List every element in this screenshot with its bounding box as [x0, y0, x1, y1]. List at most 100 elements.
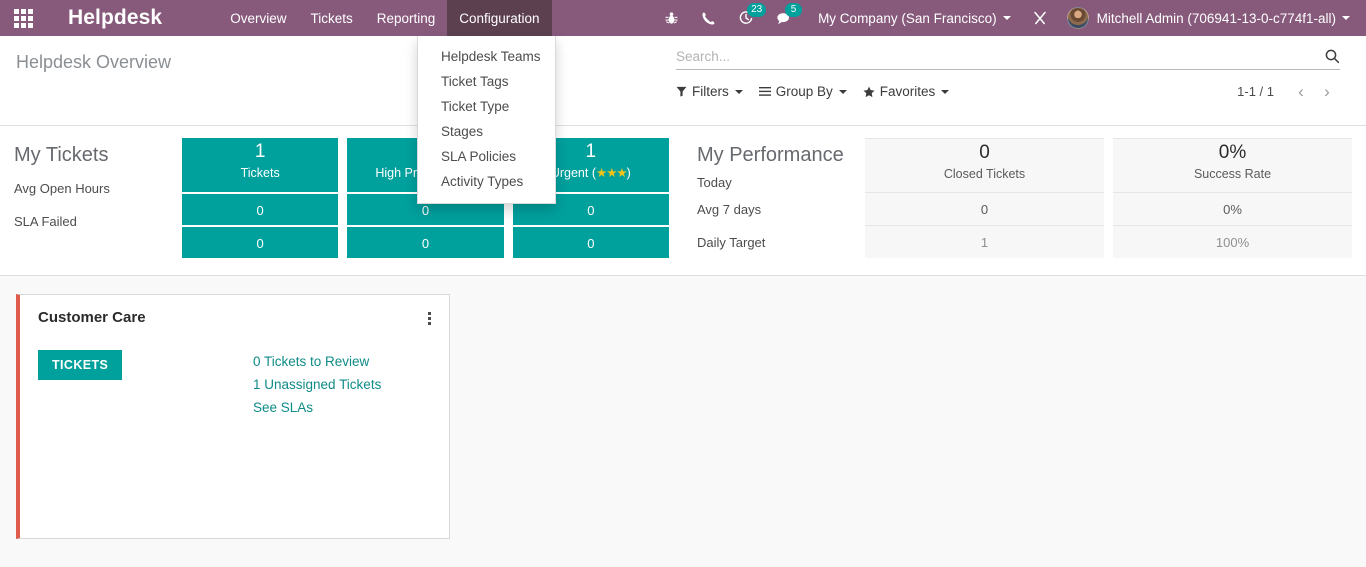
- tile-high-priority-sla-failed[interactable]: 0: [347, 225, 504, 258]
- tile-closed-tickets[interactable]: 0 Closed Tickets 0 1: [865, 138, 1104, 259]
- link-tickets-to-review[interactable]: 0 Tickets to Review: [253, 350, 381, 373]
- my-performance-labels: My Performance Today Avg 7 days Daily Ta…: [697, 138, 865, 259]
- kanban-card-customer-care[interactable]: Customer Care TICKETS 0 Tickets to Revie…: [16, 294, 450, 539]
- user-menu[interactable]: Mitchell Admin (706941-13-0-c774f1-all): [1059, 7, 1356, 29]
- tile-success-rate-value: 0%: [1218, 142, 1247, 163]
- tile-closed-tickets-value: 0: [979, 142, 990, 163]
- tile-success-rate-label: Success Rate: [1193, 167, 1272, 181]
- apps-grid-glyph: [13, 8, 33, 28]
- kanban-view: Customer Care TICKETS 0 Tickets to Revie…: [0, 276, 1366, 557]
- navbar-right-tools: 23 5 My Company (San Francisco) Mitchell…: [653, 0, 1366, 36]
- kanban-card-title: Customer Care: [38, 309, 146, 326]
- configuration-dropdown-menu: Helpdesk Teams Ticket Tags Ticket Type S…: [417, 36, 556, 204]
- kebab-menu-icon[interactable]: [426, 309, 433, 328]
- tile-success-rate[interactable]: 0% Success Rate 0% 100%: [1113, 138, 1352, 259]
- kanban-card-actions: TICKETS: [38, 350, 253, 419]
- pager: 1-1 / 1 ‹ ›: [1237, 83, 1340, 100]
- link-unassigned-tickets[interactable]: 1 Unassigned Tickets: [253, 373, 381, 396]
- tile-success-rate-daily-target[interactable]: 100%: [1113, 225, 1352, 258]
- filters-label: Filters: [692, 84, 729, 99]
- pager-next-button[interactable]: ›: [1314, 83, 1340, 100]
- tile-closed-tickets-daily-target[interactable]: 1: [865, 225, 1104, 258]
- tile-closed-tickets-head: 0 Closed Tickets: [865, 138, 1104, 192]
- tile-urgent-sla-failed[interactable]: 0: [512, 225, 669, 258]
- control-panel-actions: Filters Group By Favorites 1-1 / 1 ‹ ›: [676, 83, 1340, 100]
- activities-count-badge: 23: [747, 3, 767, 17]
- group-by-button[interactable]: Group By: [758, 84, 847, 99]
- my-tickets-row-label-avg-open-hours: Avg Open Hours: [14, 181, 110, 196]
- apps-grid-icon[interactable]: [0, 0, 46, 36]
- menu-item-overview[interactable]: Overview: [218, 0, 298, 36]
- search-input[interactable]: [676, 48, 1324, 64]
- chat-messages-icon[interactable]: 5: [765, 0, 804, 36]
- chevron-down-icon: [1342, 16, 1350, 20]
- my-performance-row-label-daily-target: Daily Target: [697, 235, 766, 250]
- breadcrumb: Helpdesk Overview: [16, 52, 172, 72]
- filter-funnel-icon: [676, 86, 687, 97]
- my-performance-section: My Performance Today Avg 7 days Daily Ta…: [683, 138, 1366, 259]
- user-name: Mitchell Admin (706941-13-0-c774f1-all): [1096, 10, 1336, 26]
- bug-icon[interactable]: [653, 0, 690, 36]
- dropdown-item-ticket-type[interactable]: Ticket Type: [418, 94, 555, 119]
- favorites-button[interactable]: Favorites: [863, 84, 950, 99]
- search-icon[interactable]: [1324, 48, 1340, 64]
- dropdown-item-activity-types[interactable]: Activity Types: [418, 169, 555, 194]
- control-panel: Helpdesk Overview Filters: [0, 36, 1366, 126]
- phone-icon[interactable]: [690, 0, 727, 36]
- my-performance-title: My Performance: [697, 144, 844, 166]
- tile-success-rate-avg-7-days[interactable]: 0%: [1113, 192, 1352, 225]
- tile-tickets-head: 1 Tickets: [182, 138, 339, 192]
- my-tickets-title: My Tickets: [14, 144, 109, 166]
- my-tickets-labels: My Tickets Avg Open Hours SLA Failed: [14, 138, 182, 259]
- top-navbar: Helpdesk Overview Tickets Reporting Conf…: [0, 0, 1366, 36]
- search-bar: [676, 48, 1340, 70]
- dropdown-item-sla-policies[interactable]: SLA Policies: [418, 144, 555, 169]
- tile-tickets-value: 1: [254, 141, 266, 162]
- chevron-down-icon: [941, 89, 950, 94]
- kanban-card-links: 0 Tickets to Review 1 Unassigned Tickets…: [253, 350, 381, 419]
- pager-previous-button[interactable]: ‹: [1288, 83, 1314, 100]
- control-panel-left: Helpdesk Overview: [0, 36, 676, 125]
- my-tickets-row-label-sla-failed: SLA Failed: [14, 214, 77, 229]
- dropdown-item-ticket-tags[interactable]: Ticket Tags: [418, 69, 555, 94]
- tile-closed-tickets-avg-7-days[interactable]: 0: [865, 192, 1104, 225]
- my-tickets-section: My Tickets Avg Open Hours SLA Failed 1 T…: [0, 138, 683, 259]
- menu-item-reporting[interactable]: Reporting: [365, 0, 448, 36]
- avatar: [1066, 7, 1089, 29]
- dropdown-item-helpdesk-teams[interactable]: Helpdesk Teams: [418, 44, 555, 69]
- star-icon: [863, 86, 875, 98]
- tickets-button[interactable]: TICKETS: [38, 350, 123, 380]
- dashboard-banner: My Tickets Avg Open Hours SLA Failed 1 T…: [0, 126, 1366, 276]
- messages-count-badge: 5: [785, 3, 803, 17]
- tile-tickets-sla-failed[interactable]: 0: [182, 225, 339, 258]
- my-performance-tiles: 0 Closed Tickets 0 1 0% Success Rate 0% …: [865, 138, 1352, 259]
- main-menu: Overview Tickets Reporting Configuration: [218, 0, 552, 36]
- kanban-card-header: Customer Care: [38, 309, 433, 328]
- group-by-label: Group By: [775, 84, 833, 99]
- filters-button[interactable]: Filters: [676, 84, 743, 99]
- control-panel-right: Filters Group By Favorites: [676, 36, 1366, 125]
- chevron-down-icon: [1002, 16, 1011, 20]
- dropdown-item-stages[interactable]: Stages: [418, 119, 555, 144]
- tile-success-rate-head: 0% Success Rate: [1113, 138, 1352, 192]
- group-by-lines-icon: [758, 86, 771, 97]
- tile-closed-tickets-label: Closed Tickets: [943, 167, 1026, 181]
- app-brand-helpdesk[interactable]: Helpdesk: [46, 0, 176, 36]
- my-performance-row-label-today: Today: [697, 175, 732, 190]
- scissors-icon[interactable]: [1021, 0, 1059, 36]
- clock-activities-icon[interactable]: 23: [727, 0, 767, 36]
- chevron-down-icon: [734, 89, 743, 94]
- company-name: My Company (San Francisco): [818, 10, 997, 26]
- kanban-card-body: TICKETS 0 Tickets to Review 1 Unassigned…: [38, 350, 433, 419]
- company-switcher[interactable]: My Company (San Francisco): [804, 11, 1021, 26]
- tile-tickets-avg-open-hours[interactable]: 0: [182, 192, 339, 225]
- pager-range: 1-1 / 1: [1237, 84, 1274, 99]
- priority-stars-icon: ★★★: [596, 166, 628, 180]
- link-see-slas[interactable]: See SLAs: [253, 396, 381, 419]
- my-performance-row-label-avg-7-days: Avg 7 days: [697, 202, 762, 217]
- menu-item-tickets[interactable]: Tickets: [298, 0, 364, 36]
- favorites-label: Favorites: [879, 84, 936, 99]
- tile-tickets[interactable]: 1 Tickets 0 0: [182, 138, 339, 259]
- chevron-down-icon: [838, 89, 847, 94]
- menu-item-configuration[interactable]: Configuration: [447, 0, 552, 36]
